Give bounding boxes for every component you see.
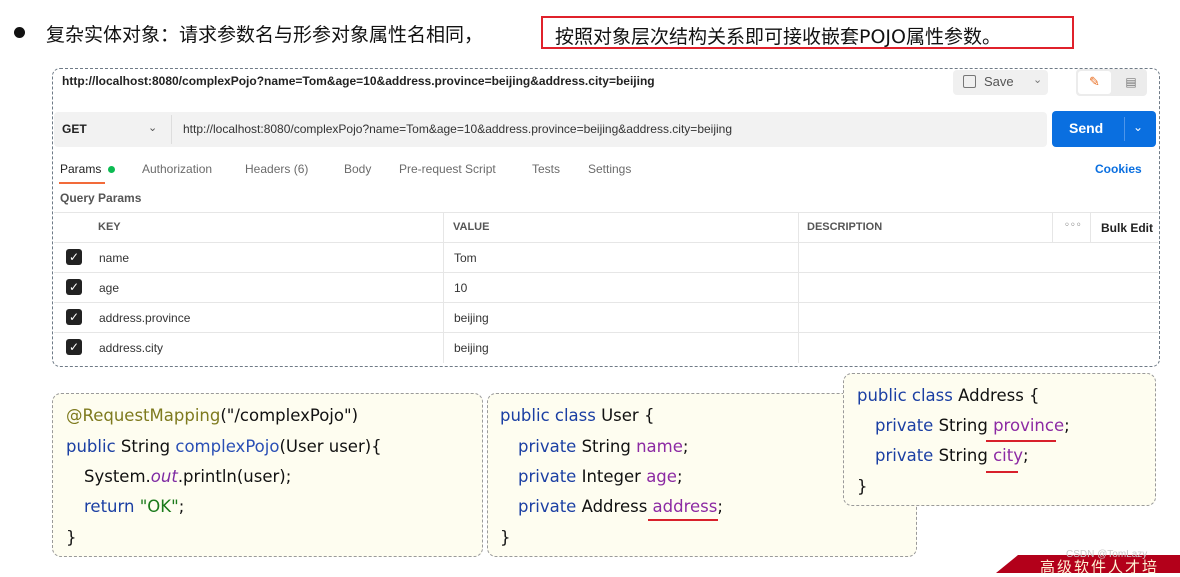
send-label: Send [1069,120,1104,136]
checkbox-icon[interactable]: ✓ [66,249,82,265]
pencil-icon[interactable]: ✎ [1078,71,1111,94]
bulk-edit-button[interactable]: Bulk Edit [1101,221,1153,235]
province-underline [986,440,1056,442]
checkbox-icon[interactable]: ✓ [66,279,82,295]
slide-heading: 复杂实体对象：请求参数名与形参对象属性名相同， [46,24,484,46]
watermark: CSDN @TomLazy [1066,549,1148,560]
code-line: @RequestMapping("/complexPojo") [66,406,359,425]
column-header-value: VALUE [453,221,490,233]
table-border [54,332,1158,333]
save-icon [963,75,976,88]
save-label: Save [984,74,1014,89]
tab-authorization[interactable]: Authorization [142,162,212,176]
code-line: } [857,477,868,496]
tab-body[interactable]: Body [344,162,371,176]
active-tab-underline [59,182,105,184]
code-line: public class User { [500,406,655,425]
code-line: public class Address { [857,386,1040,405]
code-line: } [500,528,511,547]
code-line: private String name; [518,437,689,456]
table-border [54,272,1158,273]
code-line: private Address address; [518,497,723,516]
divider [171,115,172,144]
table-border [54,212,1158,213]
param-key[interactable]: name [99,251,129,265]
table-border [54,242,1158,243]
code-line: System.out.println(user); [84,467,292,486]
code-line: private String province; [875,416,1070,435]
save-button[interactable]: Save ⌄ [953,70,1048,95]
param-key[interactable]: address.city [99,341,163,355]
tab-tests[interactable]: Tests [532,162,560,176]
chevron-down-icon[interactable]: ⌄ [1033,73,1042,86]
table-border [1090,212,1091,242]
more-options-icon[interactable]: ◦◦◦ [1064,220,1082,231]
chevron-down-icon[interactable]: ⌄ [1133,120,1143,134]
column-header-key: KEY [98,221,121,233]
tab-settings[interactable]: Settings [588,162,631,176]
method-select[interactable]: GET [62,122,87,136]
params-indicator-dot [108,166,115,173]
table-border [443,212,444,363]
highlighted-heading: 按照对象层次结构关系即可接收嵌套POJO属性参数。 [541,16,1074,49]
checkbox-icon[interactable]: ✓ [66,339,82,355]
view-toggle-group: ✎ ▤ [1076,69,1147,96]
divider [1124,117,1125,141]
param-value[interactable]: 10 [454,281,467,295]
param-value[interactable]: Tom [454,251,477,265]
address-underline [648,519,718,521]
param-key[interactable]: age [99,281,119,295]
code-line: } [66,528,77,547]
url-input[interactable]: http://localhost:8080/complexPojo?name=T… [183,122,732,136]
tab-params[interactable]: Params [60,162,101,176]
tab-headers[interactable]: Headers (6) [245,162,308,176]
chevron-down-icon[interactable]: ⌄ [148,121,157,134]
table-border [54,302,1158,303]
city-underline [986,471,1018,473]
checkbox-icon[interactable]: ✓ [66,309,82,325]
comment-icon[interactable]: ▤ [1118,71,1144,94]
bullet-point [14,27,25,38]
request-tab-title[interactable]: http://localhost:8080/complexPojo?name=T… [62,74,655,88]
param-value[interactable]: beijing [454,311,489,325]
param-value[interactable]: beijing [454,341,489,355]
param-key[interactable]: address.province [99,311,190,325]
table-border [798,212,799,363]
column-header-description: DESCRIPTION [807,221,883,233]
tab-pre-request-script[interactable]: Pre-request Script [399,162,496,176]
query-params-label: Query Params [60,191,142,205]
banner-corner [996,555,1018,573]
cookies-link[interactable]: Cookies [1095,162,1142,176]
code-line: private Integer age; [518,467,683,486]
code-line: private String city; [875,446,1029,465]
table-border [1052,212,1053,242]
code-line: return "OK"; [84,497,185,516]
code-line: public String complexPojo(User user){ [66,437,382,456]
send-button[interactable]: Send ⌄ [1052,111,1156,147]
